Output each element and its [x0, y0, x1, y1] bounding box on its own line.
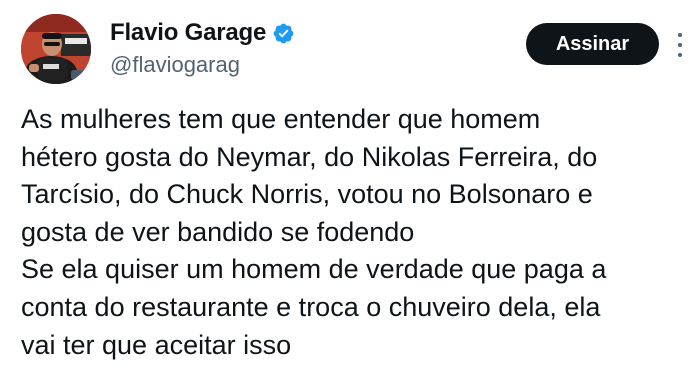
- subscribe-button[interactable]: Assinar: [526, 23, 659, 65]
- tweet-text: As mulheres tem que entender que homem h…: [21, 101, 693, 364]
- avatar[interactable]: [21, 14, 91, 84]
- tweet-line: vai ter que aceitar isso: [21, 329, 292, 360]
- more-dot: [678, 53, 682, 57]
- more-dot: [678, 33, 682, 37]
- tweet-line: As mulheres tem que entender que homem: [21, 104, 541, 134]
- avatar-photo: [21, 14, 91, 84]
- more-options-icon[interactable]: [674, 30, 686, 60]
- tweet-line: conta do restaurante e troca o chuveiro …: [21, 291, 601, 322]
- author-handle[interactable]: @flaviogarag: [110, 51, 295, 79]
- tweet-line: hétero gosta do Neymar, do Nikolas Ferre…: [21, 141, 598, 172]
- more-dot: [678, 43, 682, 47]
- verified-badge-icon[interactable]: [272, 22, 295, 45]
- tweet-line: gosta de ver bandido se fodendo: [21, 216, 415, 247]
- author-names: Flavio Garage @flaviogarag: [110, 17, 295, 79]
- author-display-name[interactable]: Flavio Garage: [110, 17, 266, 49]
- tweet-card: Flavio Garage @flaviogarag Assinar As mu…: [0, 0, 696, 379]
- display-name-row: Flavio Garage: [110, 17, 295, 49]
- tweet-line: Se ela quiser um homem de verdade que pa…: [21, 254, 607, 285]
- tweet-line: Tarcísio, do Chuck Norris, votou no Bols…: [21, 179, 593, 210]
